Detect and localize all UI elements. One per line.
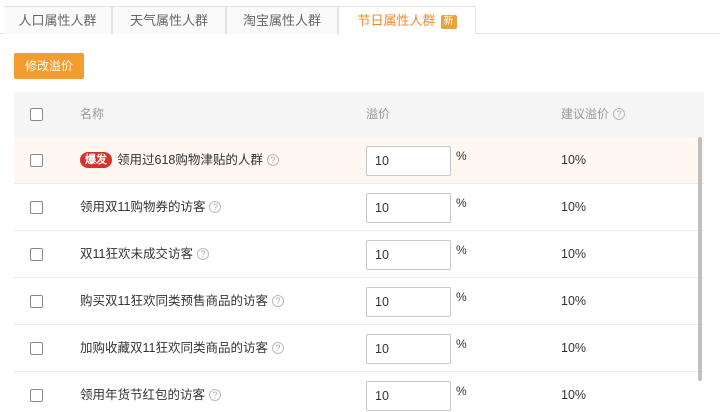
table-row: 加购收藏双11狂欢同类商品的访客? % 10% (14, 325, 704, 372)
new-badge: 新 (440, 15, 457, 29)
select-all-checkbox[interactable] (30, 108, 43, 121)
header-premium: 溢价 (366, 107, 391, 121)
premium-input[interactable] (366, 240, 451, 270)
crowd-table: 名称 溢价 建议溢价? 爆发领用过618购物津贴的人群? % 10% 领用双11… (14, 92, 704, 412)
table-row: 爆发领用过618购物津贴的人群? % 10% (14, 137, 704, 184)
row-name-text: 购买双11狂欢同类预售商品的访客 (80, 294, 268, 308)
tab-weather[interactable]: 天气属性人群 (112, 6, 226, 34)
tab-population[interactable]: 人口属性人群 (4, 6, 112, 34)
row-checkbox[interactable] (30, 342, 43, 355)
row-checkbox[interactable] (30, 389, 43, 402)
hot-badge: 爆发 (80, 152, 112, 168)
row-name: 加购收藏双11狂欢同类商品的访客? (80, 325, 284, 372)
table-row: 领用年货节红包的访客? % 10% (14, 372, 704, 412)
question-circle-icon[interactable]: ? (271, 342, 284, 354)
row-checkbox[interactable] (30, 295, 43, 308)
tab-label: 节日属性人群 (357, 13, 436, 28)
header-name: 名称 (80, 107, 105, 121)
row-checkbox[interactable] (30, 248, 43, 261)
row-name-text: 领用双11购物券的访客 (80, 200, 206, 214)
suggested-premium: 10% (561, 200, 587, 214)
row-checkbox[interactable] (30, 201, 43, 214)
table-row: 双11狂欢未成交访客? % 10% (14, 231, 704, 278)
table-row: 领用双11购物券的访客? % 10% (14, 184, 704, 231)
question-circle-icon[interactable]: ? (209, 389, 222, 401)
percent-unit: % (456, 337, 467, 351)
row-name: 爆发 领用过618购物津贴的人群? (80, 137, 279, 184)
header-suggested-premium: 建议溢价? (561, 92, 626, 137)
edit-premium-button[interactable]: 修改溢价 (14, 53, 84, 79)
tab-label: 淘宝属性人群 (242, 13, 321, 28)
question-circle-icon[interactable]: ? (196, 248, 209, 260)
question-circle-icon[interactable]: ? (209, 201, 222, 213)
tab-holiday[interactable]: 节日属性人群新 (338, 6, 476, 35)
percent-unit: % (456, 243, 467, 257)
percent-unit: % (456, 384, 467, 398)
premium-input[interactable] (366, 287, 451, 317)
question-circle-icon[interactable]: ? (613, 108, 626, 120)
tab-label: 天气属性人群 (129, 13, 208, 28)
suggested-premium: 10% (561, 388, 587, 402)
table-header: 名称 溢价 建议溢价? (14, 92, 704, 137)
category-tabs: 人口属性人群 天气属性人群 淘宝属性人群 节日属性人群新 (0, 0, 720, 35)
percent-unit: % (456, 196, 467, 210)
row-name: 双11狂欢未成交访客? (80, 231, 209, 278)
table-row: 购买双11狂欢同类预售商品的访客? % 10% (14, 278, 704, 325)
premium-input[interactable] (366, 381, 451, 411)
row-name: 领用年货节红包的访客? (80, 372, 222, 412)
suggested-premium: 10% (561, 153, 587, 167)
row-name-text: 领用年货节红包的访客 (80, 388, 206, 402)
row-name: 领用双11购物券的访客? (80, 184, 222, 231)
tab-taobao[interactable]: 淘宝属性人群 (226, 6, 338, 34)
table-scrollbar[interactable] (698, 137, 702, 381)
suggested-premium: 10% (561, 341, 587, 355)
row-checkbox[interactable] (30, 154, 43, 167)
suggested-premium: 10% (561, 247, 587, 261)
premium-input[interactable] (366, 334, 451, 364)
premium-input[interactable] (366, 146, 451, 176)
question-circle-icon[interactable]: ? (271, 295, 284, 307)
premium-input[interactable] (366, 193, 451, 223)
row-name-text: 双11狂欢未成交访客 (80, 247, 193, 261)
row-name-text: 加购收藏双11狂欢同类商品的访客 (80, 341, 268, 355)
suggested-premium: 10% (561, 294, 587, 308)
row-name-text: 领用过618购物津贴的人群 (117, 153, 263, 167)
tab-label: 人口属性人群 (18, 13, 97, 28)
question-circle-icon[interactable]: ? (266, 154, 279, 166)
header-suggested-label: 建议溢价 (561, 107, 610, 121)
percent-unit: % (456, 290, 467, 304)
row-name: 购买双11狂欢同类预售商品的访客? (80, 278, 284, 325)
percent-unit: % (456, 149, 467, 163)
